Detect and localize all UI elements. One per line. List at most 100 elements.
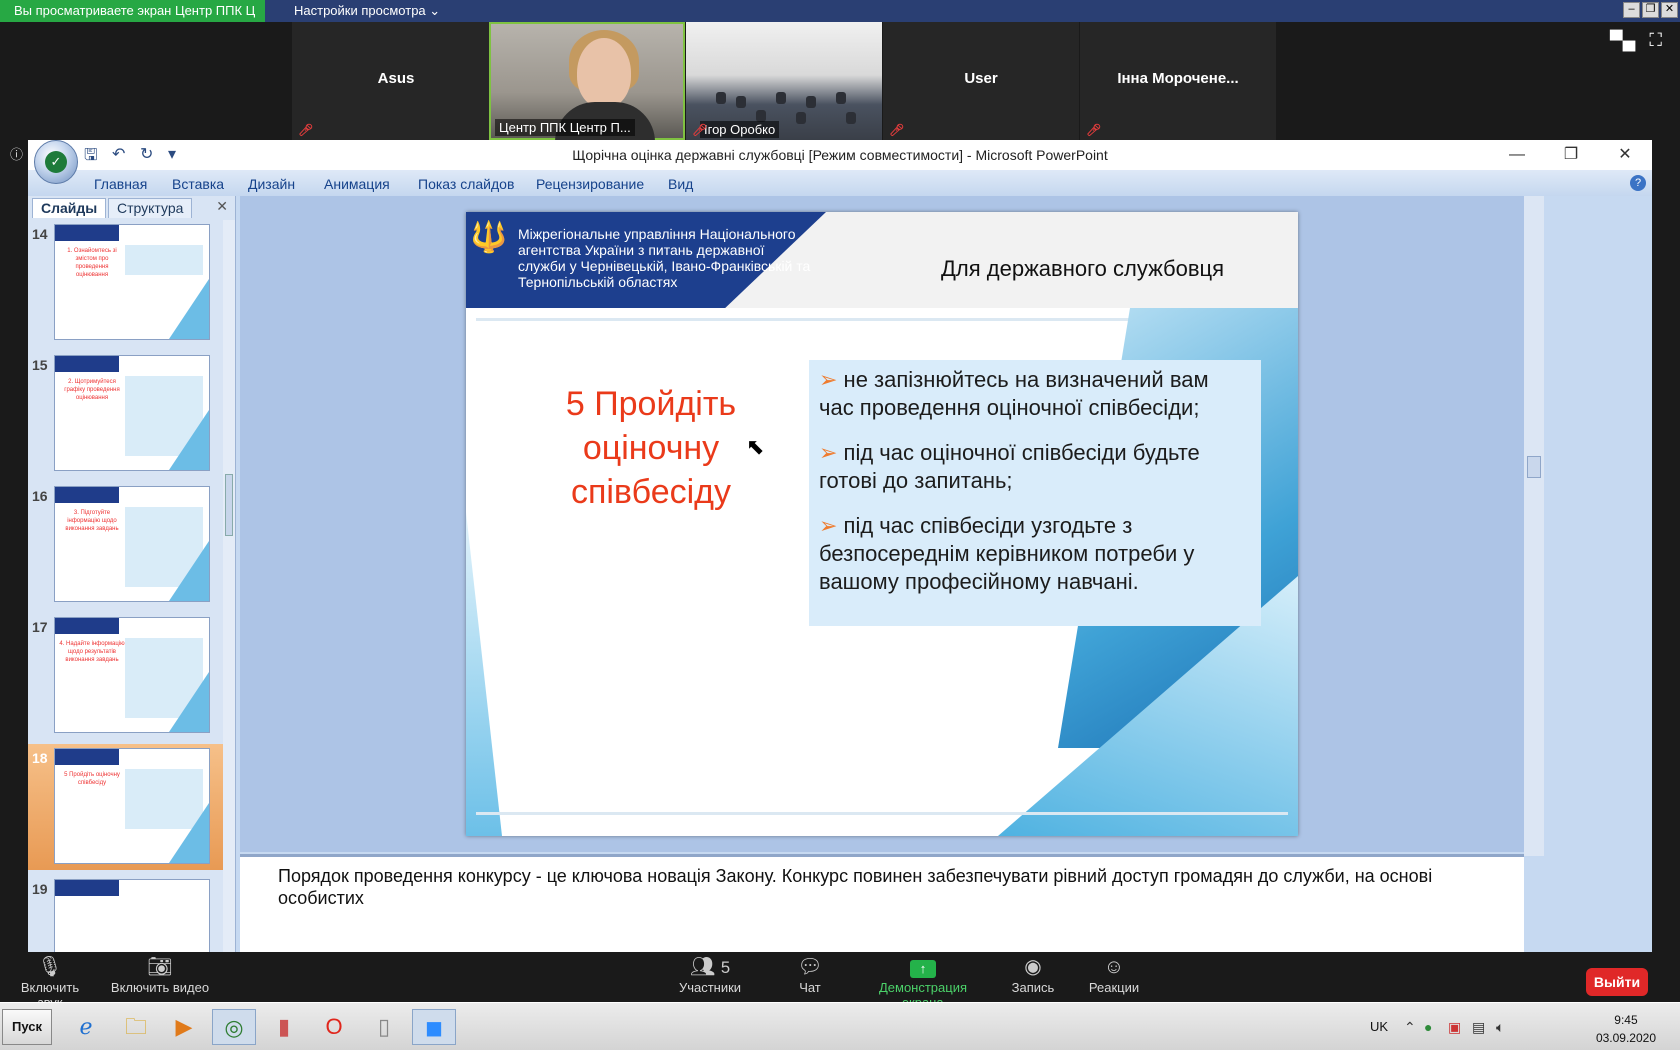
slide-thumbnail[interactable]: 15 2. Щотримуйтеся графіку проведення оц…: [28, 351, 224, 477]
view-toggle-icons: ▀▄ ⛶: [1610, 30, 1662, 51]
record-icon: ◉: [1024, 956, 1042, 978]
help-icon[interactable]: ?: [1630, 175, 1646, 191]
participant-name: Інна Мороченe...: [1117, 70, 1239, 87]
participants-icon: 👥︎ 5: [689, 956, 731, 978]
clock[interactable]: 9:45 03.09.2020: [1596, 1011, 1656, 1047]
tab-review[interactable]: Рецензирование: [536, 176, 644, 192]
tab-design[interactable]: Дизайн: [248, 176, 295, 192]
participant-tile-inna[interactable]: Інна Мороченe... 🎤︎: [1080, 22, 1276, 140]
participant-tile-asus[interactable]: Asus 🎤︎: [292, 22, 500, 140]
tab-outline[interactable]: Структура: [108, 198, 193, 218]
arrow-bullet-icon: ➢: [819, 513, 844, 538]
camera-off-icon: 📷︎: [147, 956, 173, 978]
reactions-button[interactable]: ☺ Реакции: [1086, 952, 1142, 995]
muted-mic-icon: 🎤︎: [298, 123, 314, 137]
notes-text: Порядок проведення конкурсу - це ключова…: [278, 866, 1433, 908]
info-icon[interactable]: ⓘ: [10, 144, 23, 163]
redo-icon[interactable]: ↻: [140, 144, 158, 163]
undo-icon[interactable]: ↶: [112, 144, 130, 163]
participant-tile-user[interactable]: User 🎤︎: [883, 22, 1079, 140]
chrome-icon[interactable]: ◎: [212, 1009, 256, 1045]
mouse-cursor-icon: ⬉: [746, 434, 765, 459]
fullscreen-icon[interactable]: ⛶: [1649, 30, 1662, 51]
slide-thumbnail[interactable]: 19: [28, 875, 224, 952]
restore-button[interactable]: ❐: [1642, 2, 1659, 18]
bullet-item: ➢ не запізнюйтесь на визначений вам час …: [819, 367, 1209, 420]
participant-name: Asus: [377, 70, 415, 87]
participant-name: User: [964, 70, 998, 87]
muted-mic-icon: 🎤︎: [889, 123, 905, 137]
participant-name: Ігор Оробко: [700, 121, 780, 138]
zoom-app-icon[interactable]: ◼: [412, 1009, 456, 1045]
muted-mic-icon: 🎤︎: [692, 123, 708, 137]
slide-thumbnail[interactable]: 14 1. Ознайомтесь зі змістом про проведе…: [28, 220, 224, 346]
window-controls: – ❐ ✕: [1623, 2, 1678, 18]
network-tray-icon[interactable]: ▣: [1448, 1019, 1461, 1036]
opera-icon[interactable]: O: [312, 1009, 356, 1045]
pane-scrollbar[interactable]: [223, 220, 235, 952]
slide-editor: 🔱 Міжрегіональне управління Національног…: [240, 196, 1524, 852]
tab-slides[interactable]: Слайды: [32, 198, 107, 218]
smiley-icon: ☺: [1103, 956, 1125, 978]
tab-slideshow[interactable]: Показ слайдов: [418, 176, 514, 192]
media-player-icon[interactable]: ▶: [162, 1009, 206, 1045]
taskbar: Пуск ℯ 🗀 ▶ ◎ ▮ O ▯ ◼ UK ⌃ ● ▣ ▤ 🔈︎ 9:45 0…: [0, 1002, 1680, 1050]
close-pane-icon[interactable]: ✕: [216, 198, 228, 215]
minimize-button[interactable]: –: [1623, 2, 1640, 18]
view-options-menu[interactable]: Настройки просмотра ⌄: [284, 0, 450, 22]
security-tray-icon[interactable]: ●: [1424, 1019, 1432, 1035]
ppt-window-controls: — ❐ ✕: [1490, 140, 1652, 170]
editor-scrollbar[interactable]: [1524, 196, 1544, 856]
document-icon[interactable]: ▯: [362, 1009, 406, 1045]
slide-thumbnail[interactable]: 17 4. Надайте інформацію щодо результаті…: [28, 613, 224, 739]
tab-view[interactable]: Вид: [668, 176, 693, 192]
slide-thumbnail[interactable]: 16 3. Підготуйте інформацію щодо виконан…: [28, 482, 224, 608]
decorative-shape: [466, 512, 502, 836]
ppt-close-button[interactable]: ✕: [1598, 140, 1652, 170]
slide-title: 5 Пройдіть оціночну співбесіду: [565, 385, 737, 511]
close-button[interactable]: ✕: [1661, 2, 1678, 18]
ppt-minimize-button[interactable]: —: [1490, 140, 1544, 170]
ppt-restore-button[interactable]: ❐: [1544, 140, 1598, 170]
notes-pane[interactable]: Порядок проведення конкурсу - це ключова…: [240, 854, 1524, 952]
internet-explorer-icon[interactable]: ℯ: [64, 1009, 108, 1045]
thumbnail-list: 14 1. Ознайомтесь зі змістом про проведе…: [28, 220, 224, 952]
language-indicator[interactable]: UK: [1370, 1019, 1388, 1034]
volume-icon[interactable]: 🔈︎: [1496, 1019, 1504, 1036]
participants-button[interactable]: 👥︎ 5 Участники: [670, 952, 750, 995]
chat-icon: 💬︎: [797, 956, 823, 978]
participant-tile-room[interactable]: Ігор Оробко 🎤︎: [686, 22, 882, 140]
tab-home[interactable]: Главная: [94, 176, 147, 192]
slide-subtitle: Для державного службовця: [941, 256, 1225, 281]
start-video-button[interactable]: 📷︎ Включить видео: [110, 952, 210, 995]
meeting-controls: 🎙︎Включить звук 📷︎Включить видео 👥︎ 5Уча…: [0, 952, 1680, 1010]
app-icon[interactable]: ▮: [262, 1009, 306, 1045]
office-button[interactable]: ✓: [34, 140, 78, 184]
display-tray-icon[interactable]: ▤: [1472, 1019, 1485, 1036]
slide-canvas[interactable]: 🔱 Міжрегіональне управління Національног…: [466, 212, 1298, 836]
customize-qat-icon[interactable]: ▾: [168, 144, 186, 163]
title-bar: Щорічна оцінка державні службовці [Режим…: [28, 140, 1652, 170]
quick-access-toolbar: 🖫︎ ↶ ↻ ▾: [84, 144, 186, 164]
tray-arrow-icon[interactable]: ⌃: [1404, 1019, 1416, 1036]
save-icon[interactable]: 🖫︎: [84, 144, 102, 164]
start-button[interactable]: Пуск: [2, 1009, 52, 1045]
leave-button[interactable]: Выйти: [1586, 968, 1648, 996]
chat-button[interactable]: 💬︎ Чат: [790, 952, 830, 995]
zoom-top-bar: Вы просматриваете экран Центр ППК Ц Наст…: [0, 0, 1680, 22]
shield-icon: ✓: [45, 151, 67, 173]
share-status-badge: Вы просматриваете экран Центр ППК Ц: [0, 0, 266, 22]
participant-name: Центр ППК Центр П...: [495, 119, 635, 136]
gallery-view-icon[interactable]: ▀▄: [1610, 30, 1636, 51]
participant-tile-active-speaker[interactable]: Центр ППК Центр П...: [489, 22, 685, 142]
arrow-bullet-icon: ➢: [819, 440, 844, 465]
tab-insert[interactable]: Вставка: [172, 176, 224, 192]
slide-header: 🔱 Міжрегіональне управління Національног…: [466, 212, 1298, 308]
tab-animation[interactable]: Анимация: [324, 176, 390, 192]
slide-thumbnail-selected[interactable]: 18 5 Пройдіть оціночну співбесіду: [28, 744, 224, 870]
powerpoint-window: Щорічна оцінка державні службовці [Режим…: [28, 140, 1652, 952]
trident-emblem-icon: 🔱: [470, 221, 508, 254]
bullet-textbox[interactable]: ➢ не запізнюйтесь на визначений вам час …: [809, 360, 1261, 626]
file-explorer-icon[interactable]: 🗀: [114, 1009, 158, 1045]
record-button[interactable]: ◉ Запись: [1008, 952, 1058, 995]
